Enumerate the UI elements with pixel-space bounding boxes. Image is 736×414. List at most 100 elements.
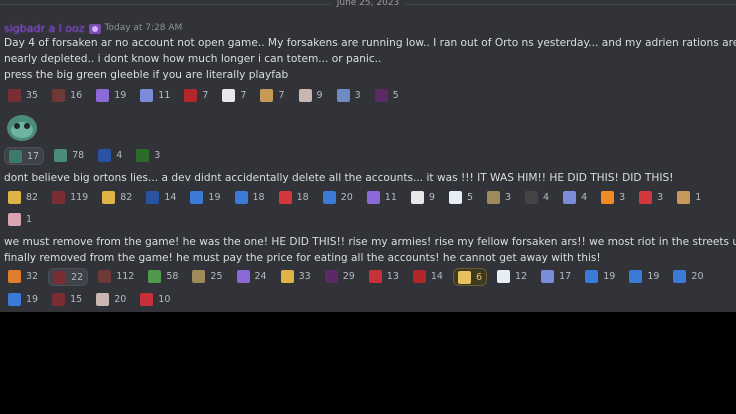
reaction-button[interactable]: 3 xyxy=(635,189,667,205)
red-cow-icon xyxy=(140,292,154,306)
reaction-count: 16 xyxy=(70,89,83,101)
reaction-button[interactable]: 9 xyxy=(295,87,327,103)
purple-mask-icon xyxy=(366,190,380,204)
reaction-button[interactable]: 19 xyxy=(186,189,224,205)
demon-figure-icon xyxy=(98,269,112,283)
reaction-button[interactable]: 4 xyxy=(521,189,553,205)
reaction-button[interactable]: 33 xyxy=(277,268,315,284)
reaction-button[interactable]: 112 xyxy=(94,268,138,284)
reaction-button[interactable]: 1 xyxy=(4,211,36,227)
reaction-count: 3 xyxy=(154,149,161,161)
reaction-button[interactable]: 35 xyxy=(4,87,42,103)
reaction-button[interactable]: 6 xyxy=(452,268,488,286)
reaction-button[interactable]: 29 xyxy=(321,268,359,284)
reaction-button[interactable]: 3 xyxy=(132,147,164,163)
reaction-button[interactable]: 4 xyxy=(94,147,126,163)
demon-figure-icon xyxy=(52,292,66,306)
reaction-button[interactable]: 4 xyxy=(559,189,591,205)
letter-b-red-icon xyxy=(278,190,292,204)
reaction-count: 20 xyxy=(114,293,127,305)
reaction-button[interactable]: 19 xyxy=(625,268,663,284)
dog-icon xyxy=(260,88,274,102)
reactions-row-3: 82 119 82 14 19 18 18 20 11 9 5 3 4 4 3 3 1 xyxy=(4,189,711,205)
letter-m-icon xyxy=(234,190,248,204)
fire-icon xyxy=(601,190,615,204)
reaction-count: 19 xyxy=(603,270,616,282)
reaction-button[interactable]: 20 xyxy=(669,268,707,284)
reaction-button[interactable]: 24 xyxy=(233,268,271,284)
reaction-count: 7 xyxy=(240,89,247,101)
reaction-button[interactable]: 19 xyxy=(4,291,42,307)
france-flag-icon xyxy=(98,148,112,162)
reaction-button[interactable]: 1 xyxy=(673,189,705,205)
dark-creature-icon xyxy=(525,190,539,204)
reaction-count: 4 xyxy=(581,191,588,203)
reaction-button[interactable]: 7 xyxy=(256,87,288,103)
laughing-face-icon xyxy=(280,269,294,283)
reaction-button[interactable]: 9 xyxy=(407,189,439,205)
reaction-button[interactable]: 22 xyxy=(48,268,89,286)
reaction-button[interactable]: 20 xyxy=(319,189,357,205)
reaction-button[interactable]: 119 xyxy=(48,189,92,205)
message2-text: dont believe big ortons lies... a dev di… xyxy=(4,172,674,184)
message3-line-2: finally removed from the game! he must p… xyxy=(4,252,601,264)
reaction-button[interactable]: 18 xyxy=(275,189,313,205)
reaction-button[interactable]: 7 xyxy=(218,87,250,103)
reaction-button[interactable]: 14 xyxy=(409,268,447,284)
reaction-button[interactable]: 16 xyxy=(48,87,86,103)
reaction-count: 5 xyxy=(466,191,473,203)
demon-figure-icon xyxy=(52,88,66,102)
letter-n-icon xyxy=(190,190,204,204)
reaction-count: 17 xyxy=(559,270,572,282)
reaction-button[interactable]: 20 xyxy=(92,291,130,307)
reaction-count: 4 xyxy=(543,191,550,203)
reaction-button[interactable]: 17 xyxy=(4,147,45,165)
israel-flag-icon xyxy=(497,269,511,283)
reaction-count: 6 xyxy=(475,271,483,283)
reaction-count: 22 xyxy=(71,271,84,283)
reaction-button[interactable]: 11 xyxy=(363,189,401,205)
gleeble-icon xyxy=(9,149,22,163)
pointing-hand-icon xyxy=(102,190,116,204)
reaction-button[interactable]: 19 xyxy=(581,268,619,284)
reaction-count: 14 xyxy=(164,191,177,203)
letter-a-icon xyxy=(639,190,653,204)
reaction-button[interactable]: 5 xyxy=(445,189,477,205)
reaction-count: 5 xyxy=(392,89,399,101)
reaction-button[interactable]: 3 xyxy=(483,189,515,205)
reaction-button[interactable]: 10 xyxy=(136,291,174,307)
gleeble-emoji xyxy=(5,113,39,143)
reaction-button[interactable]: 17 xyxy=(537,268,575,284)
reaction-button[interactable]: 7 xyxy=(180,87,212,103)
reaction-button[interactable]: 78 xyxy=(50,147,88,163)
reaction-button[interactable]: 12 xyxy=(493,268,531,284)
pig-icon xyxy=(8,212,21,226)
reaction-button[interactable]: 19 xyxy=(92,87,130,103)
reaction-button[interactable]: 82 xyxy=(98,189,136,205)
reaction-button[interactable]: 18 xyxy=(231,189,269,205)
reaction-button[interactable]: 14 xyxy=(142,189,180,205)
date-divider: June 25, 2023 xyxy=(0,0,736,10)
purple-sparkle-icon xyxy=(96,88,110,102)
reaction-button[interactable]: 32 xyxy=(4,268,42,284)
dark-figure-icon xyxy=(324,269,338,283)
reaction-button[interactable]: 15 xyxy=(48,291,86,307)
reaction-button[interactable]: 3 xyxy=(597,189,629,205)
reaction-count: 24 xyxy=(254,270,267,282)
blue-creature-icon xyxy=(563,190,577,204)
reaction-button[interactable]: 5 xyxy=(371,87,403,103)
reaction-button[interactable]: 13 xyxy=(365,268,403,284)
reaction-button[interactable]: 25 xyxy=(188,268,226,284)
reaction-count: 1 xyxy=(26,213,33,225)
reaction-button[interactable]: 3 xyxy=(333,87,365,103)
reaction-button[interactable]: 11 xyxy=(136,87,174,103)
reactions-row-4: 1 xyxy=(4,211,42,227)
username[interactable]: sigbadr a l ooz xyxy=(4,22,85,35)
dark-figure-icon xyxy=(374,88,388,102)
corn-icon xyxy=(457,270,471,284)
reaction-count: 3 xyxy=(619,191,626,203)
poland-flag-icon xyxy=(410,190,424,204)
reaction-button[interactable]: 82 xyxy=(4,189,42,205)
reaction-button[interactable]: 58 xyxy=(144,268,182,284)
reaction-count: 82 xyxy=(26,191,39,203)
